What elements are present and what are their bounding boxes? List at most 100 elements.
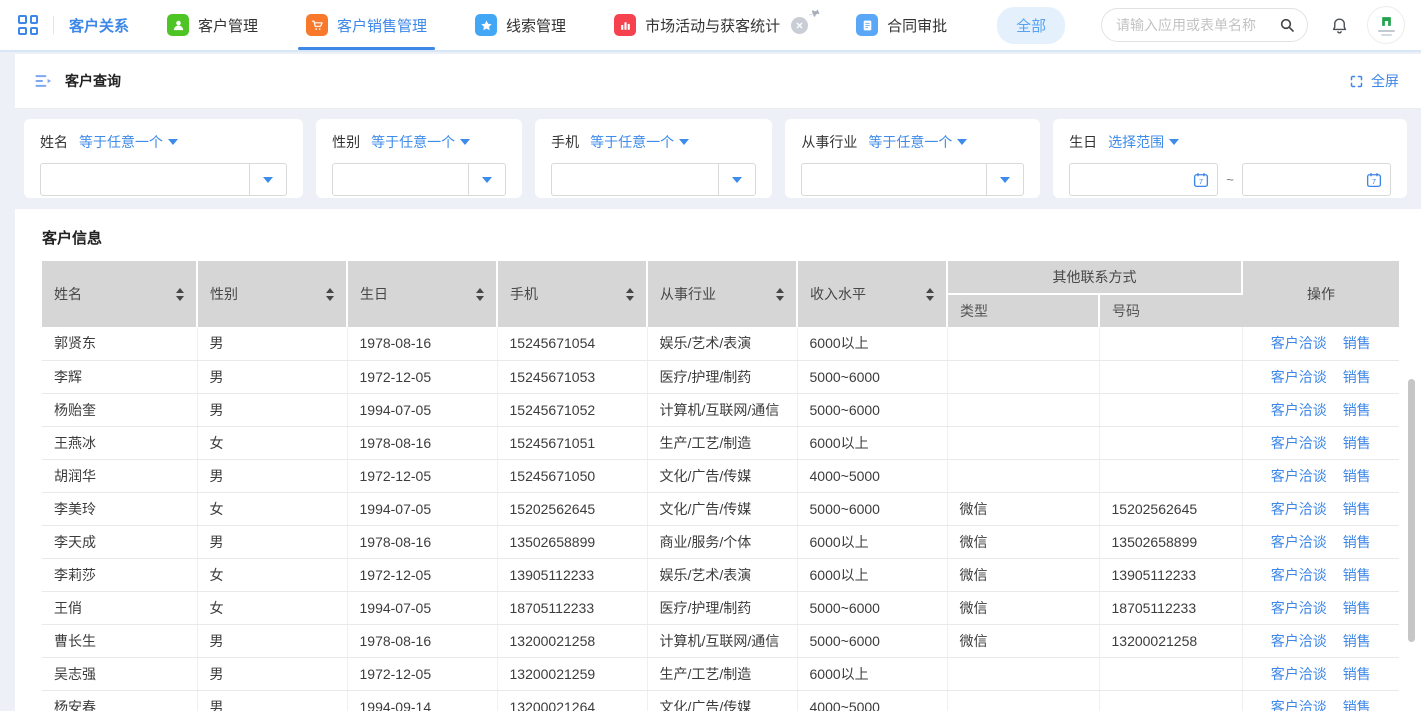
action-link-customer-negotiation[interactable]: 客户洽谈 — [1271, 666, 1327, 682]
cell-contact-type — [947, 690, 1099, 711]
filter-select[interactable] — [551, 163, 756, 196]
filter-condition-dropdown[interactable]: 等于任意一个 — [590, 132, 689, 152]
filter-condition-dropdown[interactable]: 等于任意一个 — [868, 132, 967, 152]
action-link-customer-negotiation[interactable]: 客户洽谈 — [1271, 633, 1327, 649]
cell-industry: 文化/广告/传媒 — [647, 690, 797, 711]
column-header-gender[interactable]: 性别 — [197, 261, 347, 327]
select-caret-button[interactable] — [986, 164, 1023, 195]
select-caret-button[interactable] — [468, 164, 505, 195]
cell-birthday: 1994-07-05 — [347, 591, 497, 624]
filter-select[interactable] — [332, 163, 506, 196]
column-header-income[interactable]: 收入水平 — [797, 261, 947, 327]
search-icon[interactable] — [1279, 17, 1295, 33]
cell-birthday: 1994-07-05 — [347, 393, 497, 426]
select-caret-button[interactable] — [249, 164, 286, 195]
cell-gender: 女 — [197, 492, 347, 525]
apps-grid-icon[interactable] — [18, 15, 38, 35]
cell-name: 杨贻奎 — [42, 393, 197, 426]
column-subheader-contact-type: 类型 — [947, 294, 1099, 327]
tab-label: 合同审批 — [887, 15, 947, 36]
action-link-customer-negotiation[interactable]: 客户洽谈 — [1271, 501, 1327, 517]
filter-condition-dropdown[interactable]: 等于任意一个 — [371, 132, 470, 152]
action-link-sale[interactable]: 销售 — [1343, 534, 1371, 550]
tab-customer-management[interactable]: 客户管理 — [163, 0, 262, 50]
page-toolbar: 客户查询 全屏 — [15, 54, 1421, 109]
filter-condition-dropdown[interactable]: 选择范围 — [1108, 132, 1179, 152]
collapse-menu-icon[interactable] — [33, 71, 53, 91]
cell-actions: 客户洽谈 销售 — [1242, 492, 1399, 525]
action-link-sale[interactable]: 销售 — [1343, 600, 1371, 616]
filter-card-gender: 性别 等于任意一个 — [316, 119, 522, 198]
tab-market-activity-stats[interactable]: 市场活动与获客统计 — [610, 0, 812, 50]
action-link-customer-negotiation[interactable]: 客户洽谈 — [1271, 534, 1327, 550]
filter-select[interactable] — [40, 163, 287, 196]
search-input[interactable] — [1114, 16, 1273, 34]
action-link-customer-negotiation[interactable]: 客户洽谈 — [1271, 435, 1327, 451]
filter-row: 姓名 等于任意一个 性别 等于任意一个 手机 等于任意一个 — [15, 109, 1421, 209]
column-header-phone[interactable]: 手机 — [497, 261, 647, 327]
chevron-down-icon — [263, 177, 273, 183]
date-input-end[interactable]: 7 — [1242, 163, 1391, 196]
action-link-customer-negotiation[interactable]: 客户洽谈 — [1271, 335, 1327, 351]
date-input-start[interactable]: 7 — [1069, 163, 1218, 196]
action-link-sale[interactable]: 销售 — [1343, 699, 1371, 711]
action-link-sale[interactable]: 销售 — [1343, 468, 1371, 484]
filter-condition-dropdown[interactable]: 等于任意一个 — [79, 132, 178, 152]
column-subheader-contact-number: 号码 — [1099, 294, 1242, 327]
cell-income: 6000以上 — [797, 525, 947, 558]
svg-text:7: 7 — [1372, 176, 1376, 185]
action-link-sale[interactable]: 销售 — [1343, 369, 1371, 385]
sort-icon[interactable] — [776, 288, 784, 301]
column-header-industry[interactable]: 从事行业 — [647, 261, 797, 327]
action-link-sale[interactable]: 销售 — [1343, 335, 1371, 351]
tab-leads-management[interactable]: 线索管理 — [471, 0, 570, 50]
sort-icon[interactable] — [626, 288, 634, 301]
cell-contact-type: 微信 — [947, 525, 1099, 558]
cell-phone: 13502658899 — [497, 525, 647, 558]
table-row: 郭贤东 男 1978-08-16 15245671054 娱乐/艺术/表演 60… — [42, 327, 1399, 360]
cell-industry: 娱乐/艺术/表演 — [647, 558, 797, 591]
all-apps-button[interactable]: 全部 — [997, 7, 1065, 44]
action-link-customer-negotiation[interactable]: 客户洽谈 — [1271, 600, 1327, 616]
filter-label: 从事行业 — [801, 132, 857, 152]
filter-select[interactable] — [801, 163, 1024, 196]
calendar-icon[interactable]: 7 — [1192, 171, 1210, 189]
action-link-customer-negotiation[interactable]: 客户洽谈 — [1271, 567, 1327, 583]
column-header-birthday[interactable]: 生日 — [347, 261, 497, 327]
action-link-sale[interactable]: 销售 — [1343, 435, 1371, 451]
action-link-sale[interactable]: 销售 — [1343, 402, 1371, 418]
action-link-sale[interactable]: 销售 — [1343, 666, 1371, 682]
fullscreen-button[interactable]: 全屏 — [1349, 71, 1399, 91]
cell-contact-number: 13502658899 — [1099, 525, 1242, 558]
sort-icon[interactable] — [176, 288, 184, 301]
column-group-other-contact: 其他联系方式 — [947, 261, 1242, 294]
customer-info-panel: 客户信息 姓名 性别 生日 手机 从事行业 收入水平 其他联系 — [15, 209, 1421, 711]
cell-gender: 女 — [197, 591, 347, 624]
chevron-down-icon — [732, 177, 742, 183]
cell-gender: 男 — [197, 657, 347, 690]
action-link-customer-negotiation[interactable]: 客户洽谈 — [1271, 468, 1327, 484]
calendar-icon[interactable]: 7 — [1365, 171, 1383, 189]
action-link-customer-negotiation[interactable]: 客户洽谈 — [1271, 369, 1327, 385]
notification-bell-icon[interactable] — [1330, 16, 1349, 35]
action-link-sale[interactable]: 销售 — [1343, 567, 1371, 583]
pin-icon[interactable] — [805, 4, 823, 24]
action-link-customer-negotiation[interactable]: 客户洽谈 — [1271, 699, 1327, 711]
select-caret-button[interactable] — [718, 164, 755, 195]
filter-card-industry: 从事行业 等于任意一个 — [785, 119, 1040, 198]
column-header-name[interactable]: 姓名 — [42, 261, 197, 327]
cell-phone: 15245671052 — [497, 393, 647, 426]
action-link-sale[interactable]: 销售 — [1343, 501, 1371, 517]
action-link-sale[interactable]: 销售 — [1343, 633, 1371, 649]
user-avatar[interactable] — [1367, 6, 1405, 44]
vertical-scrollbar-thumb[interactable] — [1408, 379, 1415, 642]
tab-contract-approval[interactable]: 合同审批 — [852, 0, 951, 50]
customer-table: 姓名 性别 生日 手机 从事行业 收入水平 其他联系方式 操作 类型 号码 — [42, 261, 1399, 711]
app-search-box[interactable] — [1101, 8, 1308, 42]
action-link-customer-negotiation[interactable]: 客户洽谈 — [1271, 402, 1327, 418]
sort-icon[interactable] — [326, 288, 334, 301]
sort-icon[interactable] — [926, 288, 934, 301]
tab-customer-sales-management[interactable]: 客户销售管理 — [302, 0, 431, 50]
cell-contact-type: 微信 — [947, 558, 1099, 591]
sort-icon[interactable] — [476, 288, 484, 301]
